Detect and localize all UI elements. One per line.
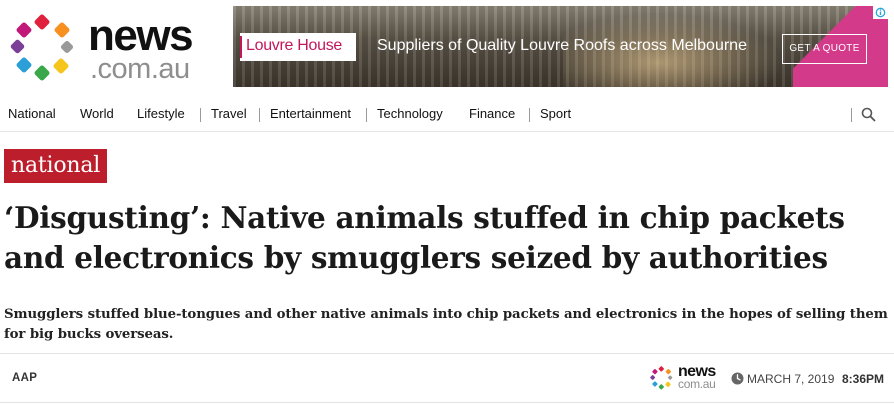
section-label-national[interactable]: national	[4, 149, 108, 183]
ad-brand-logo: Louvre House	[240, 33, 356, 61]
nav-item-technology[interactable]: Technology	[377, 106, 443, 121]
nav-divider	[529, 108, 530, 122]
nav-item-finance[interactable]: Finance	[469, 106, 515, 121]
publish-time: 8:36PM	[842, 372, 885, 386]
article-headline: ‘Disgusting’: Native animals stuffed in …	[4, 200, 845, 275]
nav-item-lifestyle[interactable]: Lifestyle	[137, 106, 185, 121]
news-dots-logo-icon	[650, 366, 673, 390]
news-mini-logo: news com.au	[650, 364, 726, 392]
nav-divider	[366, 108, 367, 122]
ad-banner[interactable]: Louvre House Suppliers of Quality Louvre…	[233, 6, 888, 87]
ad-brand-name: Louvre House	[246, 37, 343, 54]
site-logo[interactable]: news .com.au	[10, 12, 210, 84]
publish-date: MARCH 7, 2019	[747, 372, 835, 386]
byline-source[interactable]: AAP	[12, 372, 37, 384]
mini-logo-domain: com.au	[678, 377, 716, 391]
adchoices-icon[interactable]	[873, 6, 888, 19]
nav-item-national[interactable]: National	[8, 106, 56, 121]
nav-divider	[259, 108, 260, 122]
logo-wordmark: news	[88, 11, 194, 60]
article-standfirst: Smugglers stuffed blue-tongues and other…	[4, 307, 888, 342]
ad-headline: Suppliers of Quality Louvre Roofs across…	[377, 37, 747, 54]
nav-item-sport[interactable]: Sport	[540, 106, 571, 121]
nav-item-world[interactable]: World	[80, 106, 114, 121]
search-button[interactable]	[851, 106, 881, 124]
main-navigation: National World Lifestyle Travel Entertai…	[0, 98, 894, 132]
article-byline: AAP news com.au MARCH 7, 2019 8:36PM	[0, 353, 894, 403]
nav-divider	[200, 108, 201, 122]
nav-item-entertainment[interactable]: Entertainment	[270, 106, 351, 121]
news-dots-logo-icon	[10, 14, 74, 81]
search-icon	[861, 107, 876, 122]
nav-item-travel[interactable]: Travel	[211, 106, 247, 121]
clock-icon	[731, 372, 744, 385]
ad-get-quote-button[interactable]: GET A QUOTE	[782, 34, 867, 64]
logo-domain: .com.au	[90, 53, 190, 85]
